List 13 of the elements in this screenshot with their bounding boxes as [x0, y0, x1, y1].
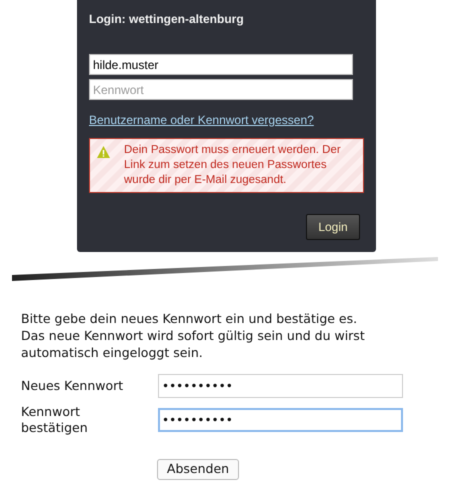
- warning-icon: [97, 146, 110, 158]
- username-field[interactable]: hilde.muster: [89, 54, 353, 75]
- intro-text: Bitte gebe dein neues Kennwort ein und bestätige es. Das neue Kennwort wird sofort gültig sein und du wirst automatisch eingeloggt sein.: [21, 310, 366, 361]
- alert-message: Dein Passwort muss erneuert werden. Der Link zum setzen des neuen Passwortes wurde dir per E-Mail zugesandt.: [124, 143, 342, 188]
- panel-title: Login: wettingen-altenburg: [89, 11, 245, 28]
- password-field[interactable]: Kennwort: [89, 79, 353, 100]
- submit-button[interactable]: Absenden: [157, 459, 239, 480]
- password-input[interactable]: ••••••••••: [158, 374, 403, 398]
- field-label: Kennwort bestätigen: [21, 404, 89, 436]
- field-label: Neues Kennwort: [21, 378, 124, 394]
- login-button[interactable]: Login: [306, 214, 360, 240]
- password-input[interactable]: ••••••••••: [158, 408, 403, 432]
- forgot-link[interactable]: Benutzername oder Kennwort vergessen?: [89, 111, 364, 129]
